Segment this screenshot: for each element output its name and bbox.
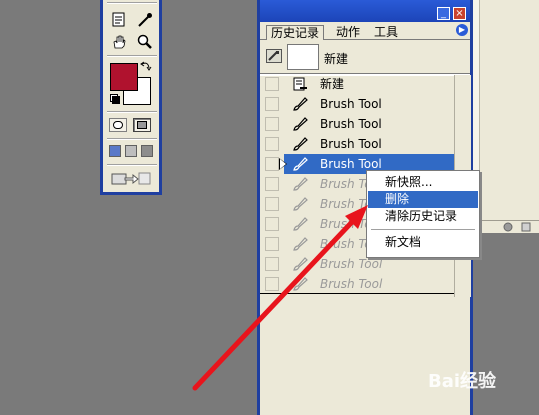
document-icon — [293, 77, 307, 91]
tab-tools[interactable]: 工具 — [370, 25, 402, 39]
context-menu: 新快照... 删除 清除历史记录 新文档 — [366, 170, 480, 258]
history-source-checkbox[interactable] — [265, 217, 279, 231]
close-button[interactable]: × — [453, 7, 466, 20]
full-screen-menu-mode-button[interactable] — [125, 145, 137, 157]
history-state-row[interactable]: Brush Tool — [260, 134, 454, 154]
menu-item-label: 删除 — [385, 192, 410, 206]
history-state-label: Brush Tool — [320, 277, 383, 291]
history-state-label: Brush Tool — [320, 97, 382, 111]
menu-item-new-document[interactable]: 新文档 — [368, 234, 478, 251]
history-source-checkbox[interactable] — [265, 197, 279, 211]
brush-icon — [293, 177, 308, 191]
eyedropper-tool-icon[interactable] — [137, 12, 153, 28]
minimize-button[interactable]: _ — [437, 7, 450, 20]
brush-icon — [293, 277, 308, 291]
adjacent-panel — [473, 0, 539, 415]
jump-to-imageready-icon[interactable] — [111, 170, 151, 186]
history-state-label: 新建 — [320, 77, 345, 91]
history-source-checkbox[interactable] — [265, 77, 279, 91]
new-layer-icon[interactable] — [521, 222, 531, 232]
snapshot-thumbnail — [287, 44, 319, 70]
history-state-label: Brush Tool — [320, 117, 382, 131]
brush-icon — [293, 237, 308, 251]
menu-item-label: 新快照... — [385, 175, 433, 189]
history-state-label: Brush Tool — [320, 157, 382, 171]
panel-menu-arrow-icon[interactable]: ▶ — [456, 24, 468, 36]
standard-mode-button[interactable] — [109, 118, 127, 132]
history-state-row[interactable]: 新建 — [260, 74, 454, 94]
history-state-label: Brush Tool — [320, 137, 382, 151]
history-brush-source-icon[interactable] — [266, 49, 282, 63]
brush-icon — [293, 197, 308, 211]
swap-colors-icon[interactable] — [140, 60, 152, 72]
brush-icon — [293, 157, 308, 171]
history-source-checkbox[interactable] — [265, 177, 279, 191]
zoom-tool-icon[interactable] — [137, 34, 153, 50]
brush-icon — [293, 137, 308, 151]
menu-item-new-snapshot[interactable]: 新快照... — [368, 174, 478, 191]
history-source-checkbox[interactable] — [265, 157, 279, 171]
baidu-jingyan-watermark: Bai经验 — [428, 371, 497, 392]
notes-tool-icon[interactable] — [111, 12, 127, 28]
history-state-label: Brush Tool — [320, 257, 383, 271]
history-source-checkbox[interactable] — [265, 97, 279, 111]
hand-tool-icon[interactable] — [111, 34, 127, 50]
menu-item-delete[interactable]: 删除 — [368, 191, 478, 208]
brush-icon — [293, 117, 308, 131]
brush-icon — [293, 217, 308, 231]
menu-item-clear-history[interactable]: 清除历史记录 — [368, 208, 478, 225]
toolbox-divider — [107, 138, 157, 140]
menu-separator — [371, 229, 475, 230]
history-source-checkbox[interactable] — [265, 137, 279, 151]
standard-screen-mode-button[interactable] — [109, 145, 121, 157]
toolbox-panel — [100, 0, 162, 195]
history-source-checkbox[interactable] — [265, 237, 279, 251]
full-screen-mode-button[interactable] — [141, 145, 153, 157]
history-state-row[interactable]: Brush Tool — [260, 274, 454, 294]
tab-actions[interactable]: 动作 — [332, 25, 364, 39]
history-state-row[interactable]: Brush Tool — [260, 114, 454, 134]
history-source-checkbox[interactable] — [265, 277, 279, 291]
foreground-color-swatch[interactable] — [110, 63, 138, 91]
history-source-checkbox[interactable] — [265, 117, 279, 131]
history-state-slider[interactable] — [280, 159, 286, 169]
history-source-checkbox[interactable] — [265, 257, 279, 271]
menu-item-label: 新文档 — [385, 235, 422, 249]
toolbox-divider — [107, 164, 157, 166]
history-list-bottom-border — [260, 293, 454, 294]
history-state-row[interactable]: Brush Tool — [260, 94, 454, 114]
brush-icon — [293, 257, 308, 271]
adjacent-panel-footer — [473, 220, 539, 234]
menu-item-label: 清除历史记录 — [385, 209, 458, 223]
panel-titlebar[interactable]: _ × — [260, 0, 470, 22]
toolbox-divider — [107, 111, 157, 113]
toolbox-divider — [107, 55, 157, 57]
trash-icon[interactable] — [503, 222, 513, 232]
default-fg-mini-icon — [112, 96, 120, 104]
snapshot-label: 新建 — [324, 52, 349, 66]
quick-mask-mode-button[interactable] — [133, 118, 151, 132]
tab-history[interactable]: 历史记录 — [266, 25, 325, 40]
brush-icon — [293, 97, 308, 111]
snapshot-row[interactable]: 新建 — [260, 40, 470, 74]
panel-tabs: 历史记录 动作 工具 — [260, 22, 470, 40]
toolbox-divider — [107, 2, 157, 4]
